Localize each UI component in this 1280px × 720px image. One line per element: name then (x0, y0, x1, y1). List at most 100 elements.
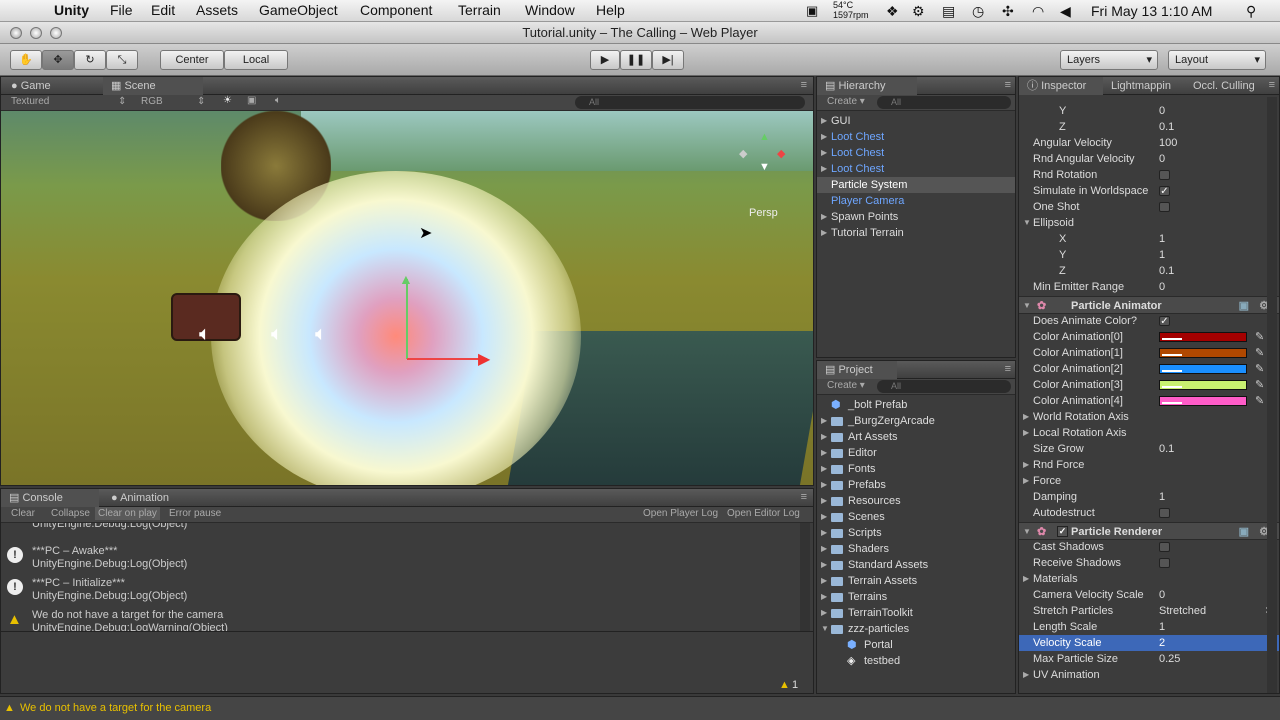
step-button[interactable]: ▶| (652, 50, 684, 70)
y-field[interactable]: 1 (1159, 247, 1165, 263)
eyedropper-icon[interactable]: ✎ (1255, 361, 1264, 377)
project-item[interactable]: ▶ Standard Assets (817, 557, 1015, 573)
project-search-input[interactable]: All (877, 380, 1011, 393)
spotlight-search-icon[interactable]: ⚲ (1246, 3, 1256, 20)
velocity-scale-field[interactable]: 2 (1159, 635, 1165, 651)
time-machine-icon[interactable]: ◷ (972, 3, 984, 20)
size-grow-field[interactable]: 0.1 (1159, 441, 1174, 457)
y-axis-handle[interactable] (406, 279, 408, 359)
hand-tool-button[interactable]: ✋ (10, 50, 42, 70)
expand-arrow-icon[interactable]: ▶ (821, 445, 827, 461)
expand-arrow-icon[interactable]: ▶ (821, 461, 827, 477)
console-entry[interactable]: ! ***PC – Initialize*** UnityEngine.Debug:… (1, 573, 799, 605)
audio-source-icon[interactable]: 🔈︎ (271, 323, 283, 346)
project-item[interactable]: ⬢ _bolt Prefab (817, 397, 1015, 413)
project-item[interactable]: ⬢ Portal (817, 637, 1015, 653)
console-entry[interactable]: ▲ We do not have a target for the camera U… (1, 605, 799, 631)
does-animate-color-checkbox[interactable]: ✓ (1159, 316, 1170, 327)
hierarchy-item[interactable]: ▶ Loot Chest (817, 161, 1015, 177)
expand-arrow-icon[interactable]: ▶ (821, 573, 827, 589)
project-item[interactable]: ▶ Resources (817, 493, 1015, 509)
expand-arrow-icon[interactable]: ▼ (821, 621, 829, 637)
tab-animation[interactable]: ● Animation (103, 489, 177, 507)
layers-dropdown[interactable]: Layers ▾ (1060, 50, 1158, 70)
enable-renderer-checkbox[interactable]: ✓ (1057, 526, 1068, 537)
hierarchy-item[interactable]: ▶ Loot Chest (817, 145, 1015, 161)
gizmo-x-icon[interactable]: ◆ (777, 147, 785, 160)
x-axis-arrow-icon[interactable]: ▶ (478, 349, 490, 369)
tab-game[interactable]: ● Game (3, 77, 59, 95)
ellipsoid-row[interactable]: ▼ Ellipsoid (1019, 215, 1279, 231)
zoom-window-button[interactable] (50, 27, 62, 39)
create-dropdown[interactable]: Create ▾ (827, 96, 865, 107)
project-item[interactable]: ▶ _BurgZergArcade (817, 413, 1015, 429)
pivot-center-button[interactable]: Center (160, 50, 224, 70)
expand-arrow-icon[interactable]: ▶ (1023, 473, 1029, 489)
color-swatch[interactable] (1159, 380, 1247, 390)
hierarchy-item[interactable]: Particle System (817, 177, 1015, 193)
minimize-window-button[interactable] (30, 27, 42, 39)
scene-audio-icon[interactable]: 🔈︎ (275, 95, 281, 106)
expand-arrow-icon[interactable]: ▶ (821, 429, 827, 445)
pivot-local-button[interactable]: Local (224, 50, 288, 70)
stretch-particles-dropdown[interactable]: Stretched (1159, 603, 1206, 619)
gizmo-z-icon[interactable]: ◆ (739, 147, 747, 160)
project-item[interactable]: ▶ Shaders (817, 541, 1015, 557)
y-axis-arrow-icon[interactable]: ▲ (399, 271, 413, 287)
uv-animation-row[interactable]: ▶ UV Animation (1019, 667, 1279, 683)
menu-terrain[interactable]: Terrain (458, 2, 501, 18)
project-item[interactable]: ▶ Editor (817, 445, 1015, 461)
menu-gameobject[interactable]: GameObject (259, 2, 338, 18)
volume-icon[interactable]: ◀ (1060, 3, 1071, 20)
panel-menu-icon[interactable]: ≡ (801, 79, 807, 91)
render-mode-dropdown[interactable]: Textured (11, 96, 49, 107)
expand-arrow-icon[interactable]: ▶ (821, 589, 827, 605)
particle-animator-header[interactable]: ▼ ✿ Particle Animator ▣ ⚙ (1019, 296, 1279, 314)
hierarchy-item[interactable]: ▶ Tutorial Terrain (817, 225, 1015, 241)
color-swatch[interactable] (1159, 364, 1247, 374)
dropbox-icon[interactable]: ❖ (886, 3, 899, 20)
expand-arrow-icon[interactable]: ▶ (821, 225, 827, 241)
z-field[interactable]: 0.1 (1159, 119, 1174, 135)
close-window-button[interactable] (10, 27, 22, 39)
pause-button[interactable]: ❚❚ (620, 50, 652, 70)
gizmo-y-icon[interactable]: ▲ (759, 131, 770, 143)
console-scrollbar[interactable] (800, 523, 810, 631)
expand-arrow-icon[interactable]: ▶ (1023, 457, 1029, 473)
temp-readout[interactable]: 54°C 1597rpm (833, 0, 869, 20)
hierarchy-item[interactable]: ▶ Loot Chest (817, 129, 1015, 145)
world-rotation-axis-row[interactable]: ▶ World Rotation Axis (1019, 409, 1279, 425)
panel-menu-icon[interactable]: ≡ (1005, 79, 1011, 91)
project-item[interactable]: ◈ testbed (817, 653, 1015, 669)
scene-viewport[interactable]: 🔈︎ 🔈︎ 🔈︎ ▶ ▲ ➤ ▲ ◆ ◆ ▼ Persp (1, 111, 813, 485)
gear-icon[interactable]: ⚙ (912, 3, 925, 20)
expand-arrow-icon[interactable]: ▶ (821, 525, 827, 541)
menu-window[interactable]: Window (525, 2, 575, 18)
console-entry[interactable]: !UnityEngine.Debug:Log(Object) (1, 523, 799, 533)
play-button[interactable]: ▶ (590, 50, 620, 70)
move-tool-button[interactable]: ✥ (42, 50, 74, 70)
console-entry[interactable]: ! ***PC – Awake*** UnityEngine.Debug:Log(O… (1, 541, 799, 573)
expand-arrow-icon[interactable]: ▼ (1023, 215, 1031, 231)
particle-system-effect[interactable] (211, 171, 581, 485)
clear-button[interactable]: Clear (11, 508, 35, 519)
status-message[interactable]: We do not have a target for the camera (20, 702, 211, 714)
screen-icon[interactable]: ▤ (942, 3, 955, 20)
expand-arrow-icon[interactable]: ▶ (821, 541, 827, 557)
cast-shadows-checkbox[interactable] (1159, 542, 1170, 552)
clear-on-play-button[interactable]: Clear on play (95, 507, 160, 520)
project-item[interactable]: ▶ TerrainToolkit (817, 605, 1015, 621)
angular-velocity-field[interactable]: 100 (1159, 135, 1177, 151)
project-item[interactable]: ▶ Scripts (817, 525, 1015, 541)
damping-field[interactable]: 1 (1159, 489, 1165, 505)
hierarchy-search-input[interactable]: All (877, 96, 1011, 109)
wifi-icon[interactable]: ◠ (1032, 3, 1044, 20)
color-swatch[interactable] (1159, 332, 1247, 342)
expand-arrow-icon[interactable]: ▶ (821, 129, 827, 145)
menu-assets[interactable]: Assets (196, 2, 238, 18)
hierarchy-item[interactable]: ▶ Spawn Points (817, 209, 1015, 225)
expand-arrow-icon[interactable]: ▶ (821, 209, 827, 225)
menu-edit[interactable]: Edit (151, 2, 175, 18)
simulate-worldspace-checkbox[interactable]: ✓ (1159, 186, 1170, 197)
project-item[interactable]: ▼ zzz-particles (817, 621, 1015, 637)
